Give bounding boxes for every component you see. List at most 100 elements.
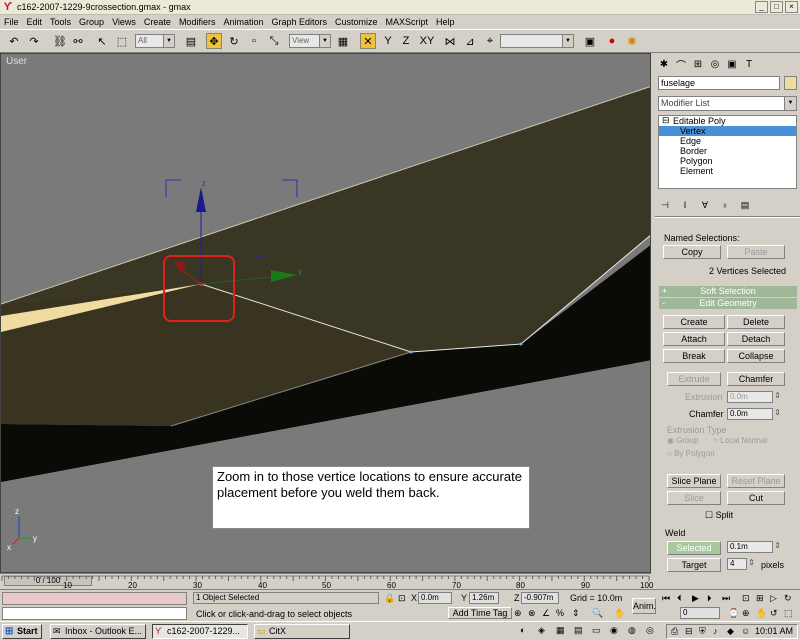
chamfer-button[interactable]: Chamfer [727,372,785,386]
chamfer-spinner[interactable]: 0.0m [727,408,781,420]
delete-button[interactable]: Delete [727,315,785,329]
show-end-result-icon[interactable]: Ι [678,199,692,211]
animate-toggle[interactable]: Anim. [632,598,656,614]
select-and-move-icon[interactable]: ✥ [206,33,222,49]
select-object-icon[interactable]: ↖ [94,33,110,49]
reference-coordinate-dropdown[interactable]: View [289,34,331,48]
select-by-name-icon[interactable]: ▤ [183,33,199,49]
restrict-xy-icon[interactable]: XY [418,33,436,49]
current-frame-field[interactable]: 0 [680,607,720,619]
pin-stack-icon[interactable]: ⊣ [658,199,672,211]
pan-icon[interactable]: ✋ [614,608,625,619]
next-frame-icon[interactable]: ⏵ [707,593,712,604]
object-color-swatch[interactable] [784,76,797,90]
weld-target-button[interactable]: Target [667,558,721,572]
stack-item-element[interactable]: Element [659,166,796,176]
squash-icon[interactable]: ⤡ [266,33,282,49]
reset-plane-button[interactable]: Reset Plane [727,474,785,488]
play-icon[interactable]: ▶ [692,593,699,604]
radio-local-normal[interactable]: ○ Local Normal [713,436,767,445]
configure-modifier-sets-icon[interactable]: ▤ [738,199,752,211]
create-button[interactable]: Create [663,315,725,329]
lock-selection-icon[interactable]: 🔒 [384,593,395,604]
maxscript-listener-macro[interactable] [2,592,187,605]
quicklaunch-media-icon[interactable]: ◈ [538,625,545,636]
cut-button[interactable]: Cut [727,491,785,505]
stack-item-vertex[interactable]: Vertex [659,126,796,136]
remove-modifier-icon[interactable]: ♁ [718,199,732,211]
create-tab-icon[interactable]: ✱ [657,57,671,71]
taskbar-item-gmax[interactable]: ϒc162-2007-1229... [152,624,248,639]
zoom-region-icon[interactable]: ⊕ [742,608,750,619]
redo-icon[interactable]: ↷ [26,33,42,49]
menu-customize[interactable]: Customize [331,17,382,27]
named-selection-dropdown[interactable] [500,34,574,48]
percent-snap-icon[interactable]: % [556,608,564,618]
region-select-icon[interactable]: ⬚ [114,33,130,49]
stack-item-polygon[interactable]: Polygon [659,156,796,166]
attach-button[interactable]: Attach [663,332,725,346]
menu-create[interactable]: Create [140,17,175,27]
copy-button[interactable]: Copy [663,245,721,259]
stack-item-edge[interactable]: Edge [659,136,796,146]
tray-security-icon[interactable]: ◆ [727,626,734,637]
quicklaunch-desktop-icon[interactable]: ▦ [556,625,565,636]
split-checkbox[interactable]: ☐ Split [705,510,733,521]
collapse-button[interactable]: Collapse [727,349,785,363]
tray-messenger-icon[interactable]: ☺ [741,626,750,636]
target-pixels-spinner[interactable]: 4 [727,558,755,570]
paste-button[interactable]: Paste [727,245,785,259]
detach-button[interactable]: Detach [727,332,785,346]
soft-selection-rollout[interactable]: + Soft Selection [659,286,797,297]
gizmo-z-arrow[interactable] [196,187,206,212]
go-to-end-icon[interactable]: ⏭ [722,593,730,604]
maxscript-listener-input[interactable] [2,607,187,620]
pan-view-icon[interactable]: ✋ [756,608,767,619]
vertex-point[interactable] [519,342,523,346]
pivot-center-icon[interactable]: ▦ [335,33,351,49]
maximize-viewport-icon[interactable]: ⬚ [784,608,793,619]
select-and-rotate-icon[interactable]: ↻ [226,33,242,49]
undo-icon[interactable]: ↶ [6,33,22,49]
unlink-icon[interactable]: ⚯ [70,33,86,49]
modifier-list-dropdown[interactable]: Modifier List [658,96,797,111]
close-button[interactable]: × [785,1,798,13]
tray-shield-icon[interactable]: ⛨ [699,626,706,637]
slice-plane-button[interactable]: Slice Plane [667,474,721,488]
menu-group[interactable]: Group [75,17,108,27]
extrusion-spinner[interactable]: 0.0m [727,391,781,403]
zoom-icon[interactable]: 🔍 [592,608,603,619]
menu-file[interactable]: File [0,17,23,27]
slice-button[interactable]: Slice [667,491,721,505]
x-coordinate-field[interactable]: 0.0m [418,592,452,604]
stack-item-editable-poly[interactable]: Editable Poly [659,115,796,126]
taskbar-item-outlook[interactable]: ✉ Inbox - Outlook E... [50,624,146,639]
snap-toggle-icon[interactable]: ⌖ [482,33,498,49]
menu-help[interactable]: Help [432,17,459,27]
select-and-link-icon[interactable]: ⛓ [52,33,68,49]
hierarchy-tab-icon[interactable]: ⊞ [691,57,705,71]
utilities-tab-icon[interactable]: T [742,57,756,71]
align-icon[interactable]: ⊿ [462,33,478,49]
quicklaunch-app-icon[interactable]: ◉ [610,625,618,636]
vertex-point[interactable] [409,350,413,354]
select-and-scale-icon[interactable]: ▫ [246,33,262,49]
zoom-all-icon[interactable]: ⊞ [756,593,764,604]
menu-tools[interactable]: Tools [46,17,75,27]
z-coordinate-field[interactable]: -0.907m [521,592,559,604]
taskbar-item-citx[interactable]: ▭ CitX [254,624,350,639]
mirror-icon[interactable]: ⋈ [442,33,458,49]
render-icon[interactable]: ● [604,33,620,49]
start-button[interactable]: Start [2,624,42,639]
quicklaunch-folder-icon[interactable]: ▭ [592,625,601,636]
extrude-button[interactable]: Extrude [667,372,721,386]
restrict-z-icon[interactable]: Z [398,33,414,49]
tray-printer-icon[interactable]: ⎙ [671,626,678,637]
restrict-x-icon[interactable]: ✕ [360,33,376,49]
menu-views[interactable]: Views [108,17,140,27]
spinner-snap-icon[interactable]: ⇕ [572,608,580,619]
weld-selected-button[interactable]: Selected [667,541,721,555]
orbit-icon[interactable]: ↺ [770,608,778,619]
modify-tab-icon[interactable]: ⌒ [674,57,688,72]
tray-network-icon[interactable]: ⊟ [685,626,693,637]
